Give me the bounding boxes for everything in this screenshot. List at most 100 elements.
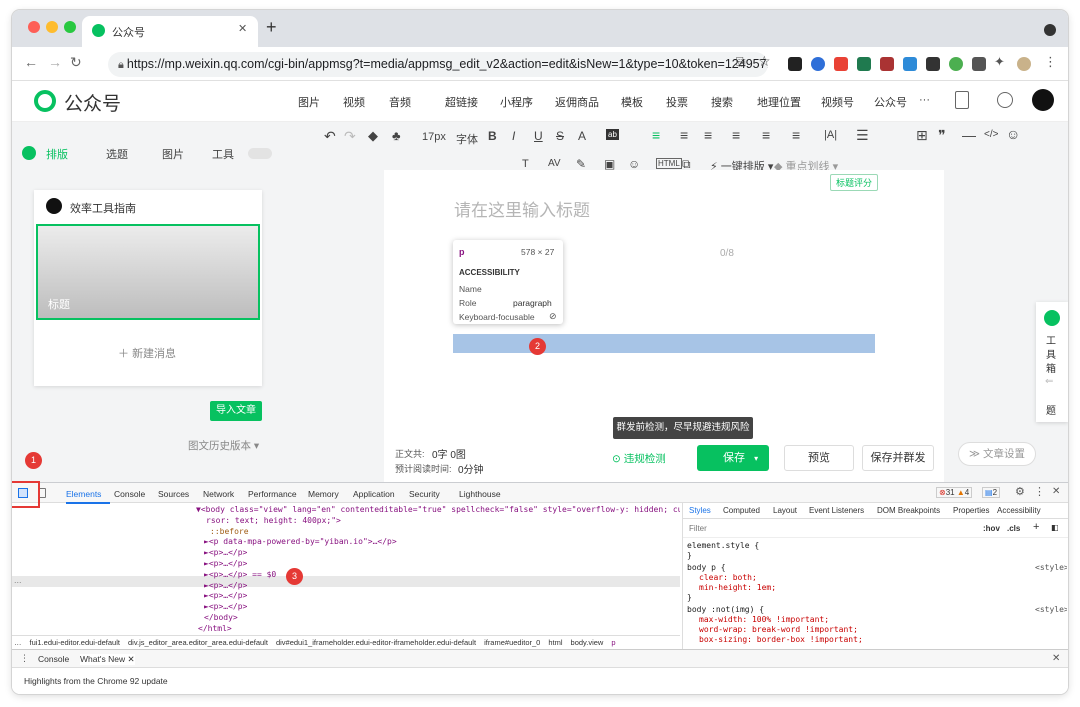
devtools-more-icon[interactable]: ⋮ xyxy=(1034,485,1045,498)
new-tab-button[interactable]: + xyxy=(266,17,277,38)
emoji-icon[interactable]: ☺ xyxy=(1006,126,1020,142)
hov-toggle[interactable]: :hov xyxy=(983,524,1000,533)
url-field[interactable]: 🔒︎ https://mp.weixin.qq.com/cgi-bin/appm… xyxy=(108,52,768,77)
settings-icon[interactable] xyxy=(997,92,1013,108)
issues-counter[interactable]: ⊗31 ▲4 xyxy=(936,487,973,498)
menu-item-4[interactable]: 小程序 xyxy=(500,94,533,110)
code-icon[interactable]: </> xyxy=(984,129,998,140)
drawer-tab-whats-new[interactable]: What's New ✕ xyxy=(80,654,135,665)
menu-item-0[interactable]: 图片 xyxy=(298,94,320,110)
devtools-tab-application[interactable]: Application xyxy=(353,489,395,499)
devtools-tab-sources[interactable]: Sources xyxy=(158,489,189,499)
menu-item-8[interactable]: 搜索 xyxy=(711,94,733,110)
drawer-menu-icon[interactable]: ⋮ xyxy=(20,653,29,664)
style-source-link[interactable]: <style> xyxy=(1035,605,1067,615)
style-source-link[interactable]: <style> xyxy=(1035,563,1067,573)
toggle-switch[interactable] xyxy=(248,148,272,159)
magic-icon[interactable]: ✎ xyxy=(576,157,586,171)
underline-icon[interactable]: U xyxy=(534,129,543,143)
letter-spacing-icon[interactable]: |A| xyxy=(824,129,837,141)
avatar[interactable] xyxy=(1017,57,1031,71)
clear-format-icon[interactable]: ♣ xyxy=(392,128,401,143)
devtools-tab-elements[interactable]: Elements xyxy=(66,489,101,499)
devtools-settings-icon[interactable]: ⚙ xyxy=(1015,485,1025,498)
bold-icon[interactable]: B xyxy=(488,129,497,143)
devtools-tab-security[interactable]: Security xyxy=(409,489,440,499)
spacing-icon[interactable]: ≡ xyxy=(704,127,712,143)
article-settings-button[interactable]: ≫ 文章设置 xyxy=(958,442,1036,466)
menu-item-2[interactable]: 音频 xyxy=(389,94,411,110)
browser-tab[interactable]: 公众号 ✕ xyxy=(82,16,258,47)
extension-icon[interactable] xyxy=(857,57,871,71)
devtools-tab-memory[interactable]: Memory xyxy=(308,489,339,499)
menu-item-3[interactable]: 超链接 xyxy=(445,94,478,110)
image-icon[interactable]: ▣ xyxy=(604,157,615,171)
tab-close-icon[interactable]: ✕ xyxy=(238,22,247,35)
forward-icon[interactable]: → xyxy=(48,54,62,70)
styles-tab-4[interactable]: DOM Breakpoints xyxy=(877,506,940,515)
toolbox-float[interactable]: 工 具 箱 ⇐ 题 xyxy=(1036,302,1068,422)
tab-topics[interactable]: 选题 xyxy=(106,146,128,162)
italic-icon[interactable]: I xyxy=(512,129,515,143)
toggle-sidebar-icon[interactable]: ◧ xyxy=(1051,523,1059,532)
save-and-send-button[interactable]: 保存并群发 xyxy=(862,445,934,471)
breadcrumb-item[interactable]: html xyxy=(548,638,562,647)
emoji-icon[interactable]: ☺ xyxy=(628,157,640,171)
drawer-tab-console[interactable]: Console xyxy=(38,654,69,664)
close-window-button[interactable] xyxy=(28,21,40,33)
styles-tab-5[interactable]: Properties xyxy=(953,506,989,515)
more-icon[interactable]: ⋮ xyxy=(1044,54,1057,70)
breadcrumb-item[interactable]: fui1.edui-editor.edui-default xyxy=(30,638,120,647)
drawer-close-icon[interactable]: ✕ xyxy=(1052,653,1060,664)
avatar[interactable] xyxy=(1032,89,1054,111)
styles-tab-3[interactable]: Event Listeners xyxy=(809,506,864,515)
add-rule-icon[interactable]: + xyxy=(1033,521,1039,533)
case-icon[interactable]: T xyxy=(522,158,529,170)
divider-icon[interactable]: — xyxy=(962,127,976,143)
extension-icon[interactable] xyxy=(972,57,986,71)
menu-item-11[interactable]: 公众号 xyxy=(874,94,907,110)
format-brush-icon[interactable]: ◆ xyxy=(368,128,378,144)
violation-check-button[interactable]: ⊙ 违规检测 xyxy=(612,451,666,466)
title-score-badge[interactable]: 标题评分 xyxy=(830,174,879,191)
justify-icon[interactable]: ≡ xyxy=(732,127,740,143)
puzzle-icon[interactable]: ✦ xyxy=(994,54,1005,70)
tab-tools[interactable]: 工具 xyxy=(212,146,234,162)
save-doc-icon[interactable] xyxy=(955,91,969,109)
tab-search-icon[interactable] xyxy=(1044,24,1056,36)
menu-item-5[interactable]: 返佣商品 xyxy=(555,94,599,110)
devtools-tab-network[interactable]: Network xyxy=(203,489,234,499)
save-dropdown-icon[interactable]: ▾ xyxy=(754,454,758,463)
letter-space-icon[interactable]: AV xyxy=(548,158,561,169)
styles-filter-input[interactable]: Filter xyxy=(689,524,707,533)
breadcrumb-item[interactable]: body.view xyxy=(571,638,604,647)
undo-icon[interactable]: ↶ xyxy=(324,128,336,145)
strike-icon[interactable]: S xyxy=(556,129,564,143)
tab-images[interactable]: 图片 xyxy=(162,146,184,162)
redo-icon[interactable]: ↷ xyxy=(344,128,356,145)
title-input[interactable]: 请在这里输入标题 xyxy=(454,196,590,221)
font-size-select[interactable]: 17px xyxy=(422,131,446,143)
menu-item-6[interactable]: 模板 xyxy=(621,94,643,110)
html-icon[interactable]: HTML xyxy=(656,158,682,169)
bookmark-star-icon[interactable]: ☆ xyxy=(758,53,771,70)
font-family-select[interactable]: 字体 xyxy=(456,131,478,147)
new-message-button[interactable]: ＋ 新建消息 xyxy=(118,345,176,361)
devtools-tab-console[interactable]: Console xyxy=(114,489,145,499)
devtools-tab-performance[interactable]: Performance xyxy=(248,489,297,499)
styles-tab-6[interactable]: Accessibility xyxy=(997,506,1041,515)
font-color-icon[interactable]: A xyxy=(578,129,586,143)
minimize-window-button[interactable] xyxy=(46,21,58,33)
import-article-button[interactable]: 导入文章 xyxy=(210,401,262,421)
back-icon[interactable]: ← xyxy=(24,54,38,70)
reload-icon[interactable]: ↻ xyxy=(70,54,82,71)
extension-icon[interactable] xyxy=(903,57,917,71)
cls-toggle[interactable]: .cls xyxy=(1007,524,1020,533)
menu-item-7[interactable]: 投票 xyxy=(666,94,688,110)
maximize-window-button[interactable] xyxy=(64,21,76,33)
save-button[interactable]: 保存 ▾ xyxy=(697,445,769,471)
menu-item-1[interactable]: 视频 xyxy=(343,94,365,110)
tab-layout[interactable]: 排版 xyxy=(46,146,68,162)
extension-icon[interactable] xyxy=(949,57,963,71)
preview-button[interactable]: 预览 xyxy=(784,445,854,471)
